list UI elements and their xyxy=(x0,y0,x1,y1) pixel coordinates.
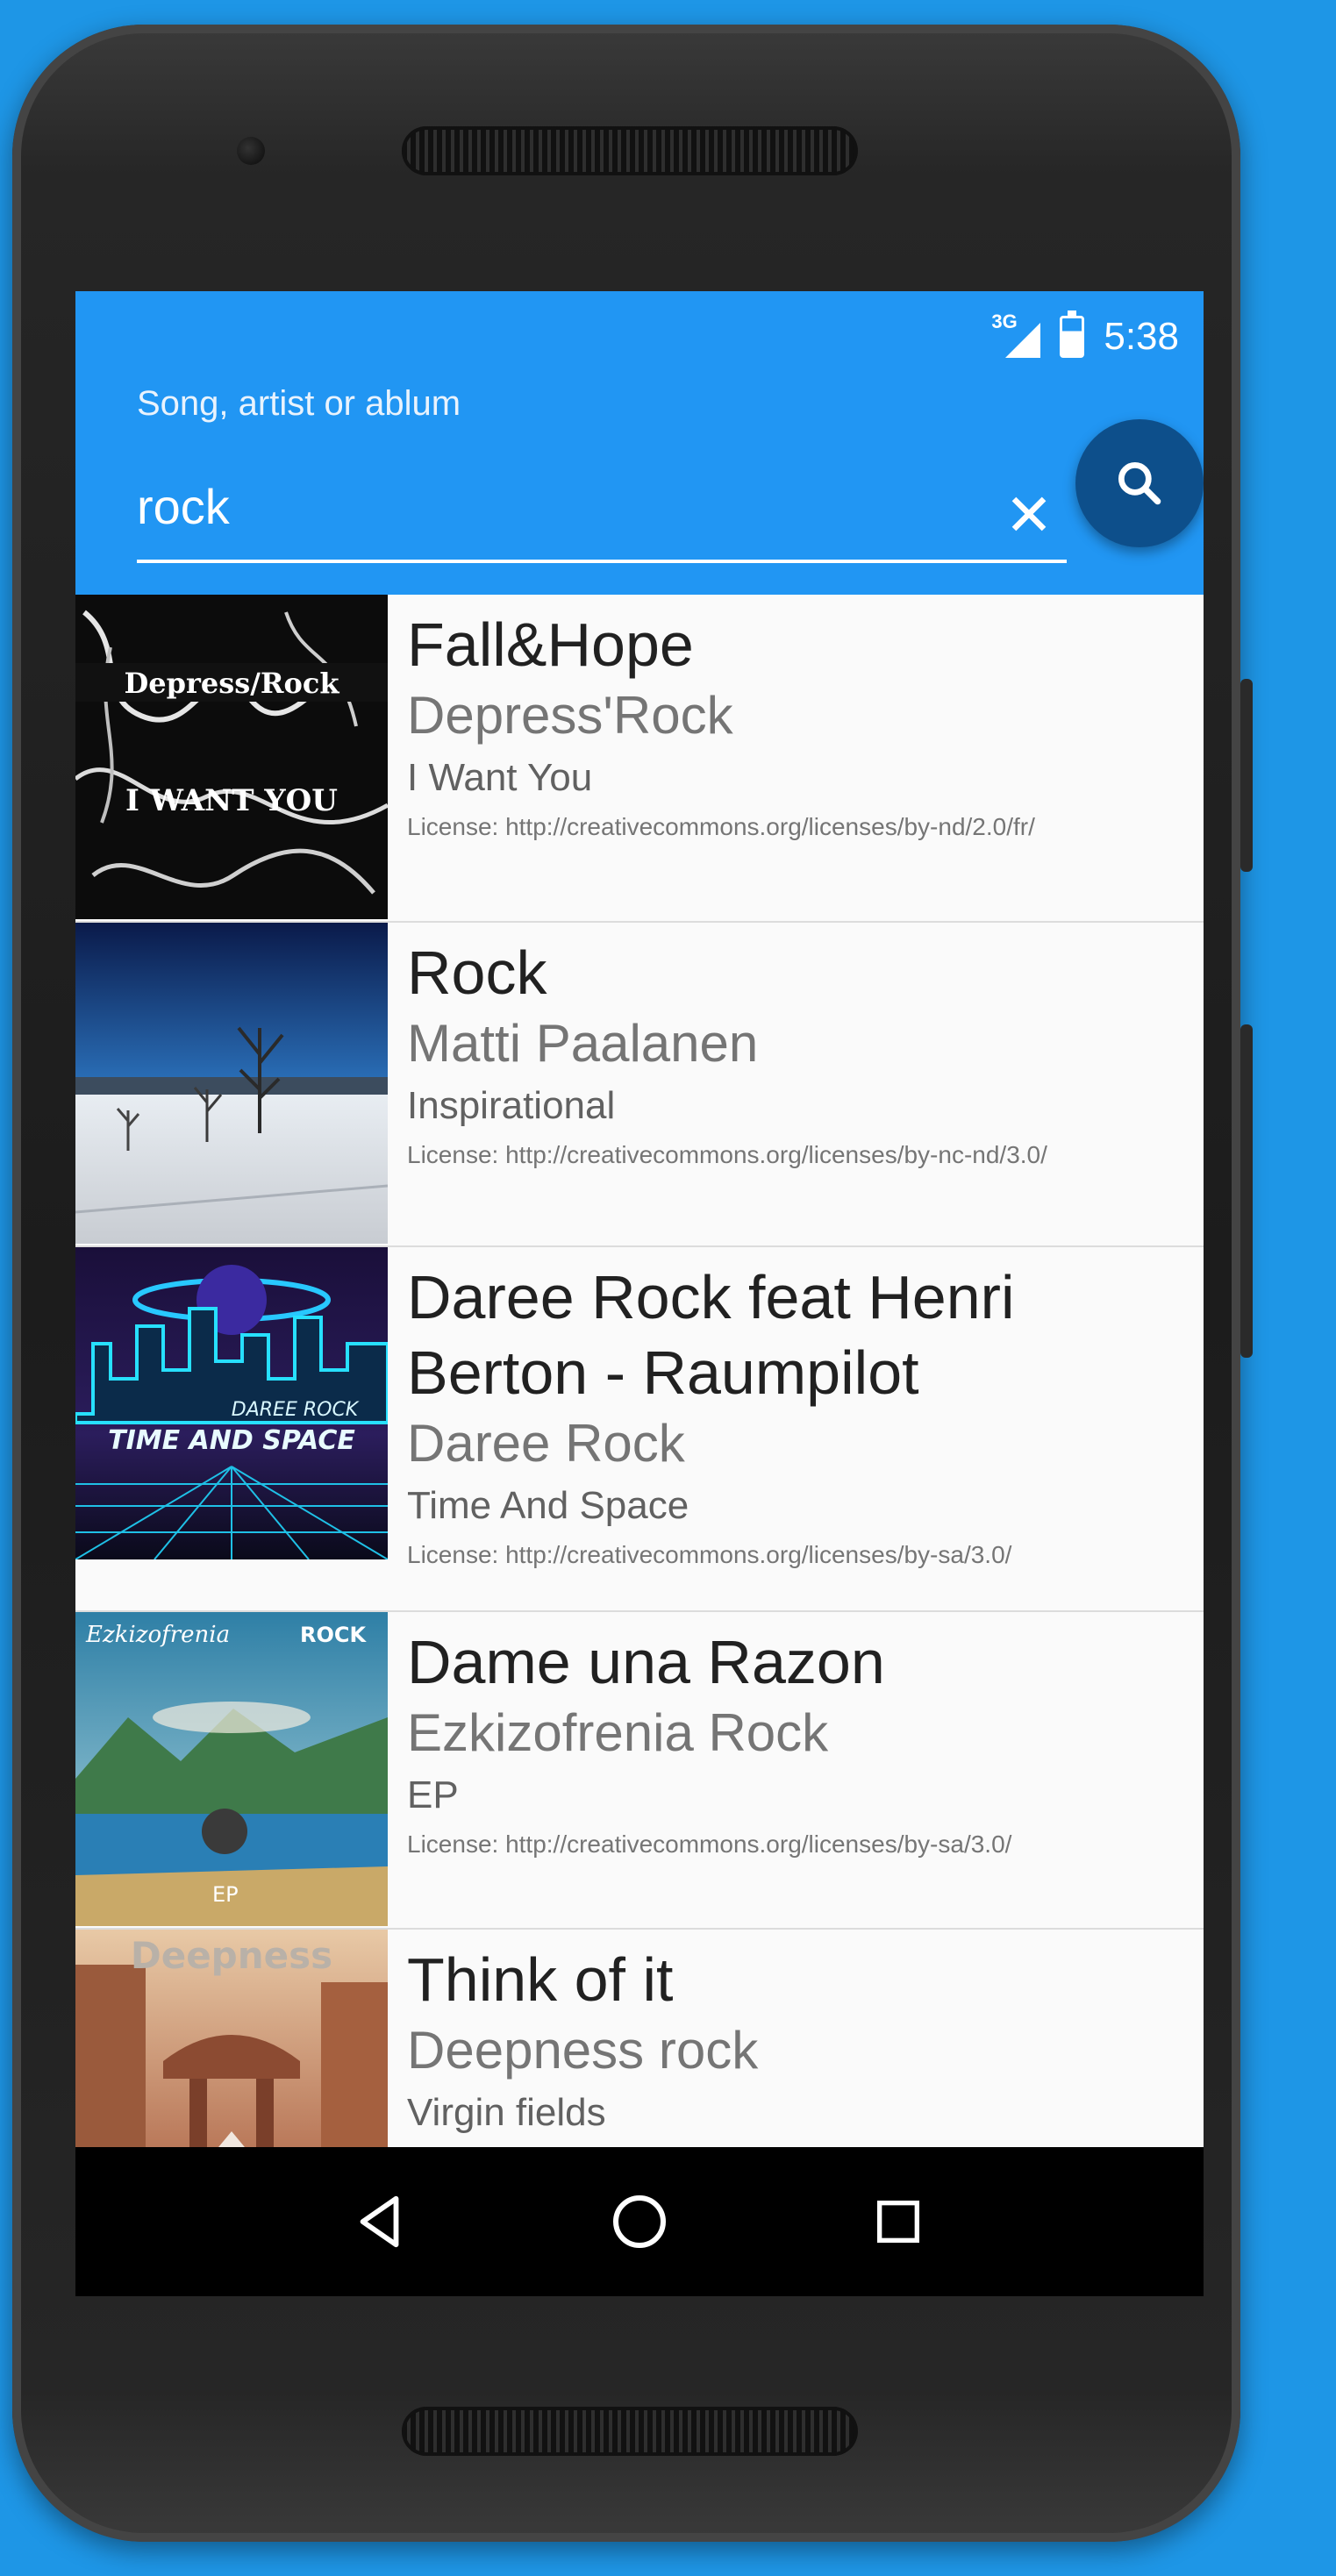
track-album: I Want You xyxy=(407,756,593,799)
track-title: Fall&Hope xyxy=(407,610,694,679)
close-icon[interactable]: ✕ xyxy=(998,484,1060,546)
cover-text: EP xyxy=(212,1882,239,1907)
track-license: License: http://creativecommons.org/lice… xyxy=(407,1141,1047,1168)
album-cover-image: Ezkizofrenia ROCK EP xyxy=(75,1612,388,1926)
track-artist: Ezkizofrenia Rock xyxy=(407,1703,829,1762)
phone-screen: 3G 5:38 Song, artist or ablum ✕ xyxy=(75,291,1204,2296)
result-info: Think of it Deepness rock Virgin fields xyxy=(407,1930,1204,2138)
cover-text: DAREE ROCK xyxy=(232,1399,360,1421)
cover-text: Deepness xyxy=(131,1934,332,1977)
cover-text: Depress/Rock xyxy=(124,667,339,700)
volume-button xyxy=(1240,1024,1253,1358)
front-camera xyxy=(237,137,265,165)
signal-icon: 3G xyxy=(988,310,1041,358)
cover-text: Ezkizofrenia xyxy=(85,1622,230,1648)
track-album: EP xyxy=(407,1773,459,1816)
earpiece-speaker xyxy=(402,126,858,175)
track-title: Daree Rock feat Henri Berton - Raumpilot xyxy=(407,1263,1015,1407)
album-cover-image: Deepness xyxy=(75,1930,388,2147)
navigation-bar xyxy=(75,2147,1204,2296)
track-title: Rock xyxy=(407,938,547,1007)
recents-square-icon xyxy=(877,2201,920,2243)
result-item[interactable]: Depress/Rock I WANT YOU Fall&Hope Depres… xyxy=(75,595,1204,923)
cover-text: ROCK xyxy=(300,1623,367,1647)
home-button[interactable] xyxy=(600,2182,679,2261)
back-button[interactable] xyxy=(341,2182,420,2261)
cover-text: TIME AND SPACE xyxy=(108,1425,355,1456)
album-cover-image: Depress/Rock I WANT YOU xyxy=(75,595,388,919)
search-input[interactable] xyxy=(137,467,1067,563)
bottom-speaker xyxy=(402,2407,858,2456)
album-cover-image: DAREE ROCK TIME AND SPACE xyxy=(75,1247,388,1559)
track-artist: Daree Rock xyxy=(407,1414,685,1473)
track-artist: Deepness rock xyxy=(407,2021,759,2080)
result-info: Fall&Hope Depress'Rock I Want You Licens… xyxy=(407,595,1204,842)
result-info: Dame una Razon Ezkizofrenia Rock EP Lice… xyxy=(407,1612,1204,1859)
result-item[interactable]: Deepness Think of it Deepness rock Virgi… xyxy=(75,1930,1204,2147)
back-triangle-icon xyxy=(360,2195,399,2248)
results-list[interactable]: Depress/Rock I WANT YOU Fall&Hope Depres… xyxy=(75,595,1204,2147)
search-app-bar: 3G 5:38 Song, artist or ablum ✕ xyxy=(75,291,1204,595)
result-item[interactable]: DAREE ROCK TIME AND SPACE Daree Rock fea… xyxy=(75,1247,1204,1612)
home-circle-icon xyxy=(612,2195,666,2248)
track-album: Virgin fields xyxy=(407,2091,606,2134)
search-button[interactable] xyxy=(1075,419,1204,547)
phone-frame: 3G 5:38 Song, artist or ablum ✕ xyxy=(12,25,1253,2542)
track-license: License: http://creativecommons.org/lice… xyxy=(407,1541,1012,1568)
result-info: Rock Matti Paalanen Inspirational Licens… xyxy=(407,923,1204,1170)
recents-button[interactable] xyxy=(859,2182,938,2261)
result-info: Daree Rock feat Henri Berton - Raumpilot… xyxy=(407,1247,1204,1570)
power-button xyxy=(1240,679,1253,872)
album-cover-image xyxy=(75,923,388,1244)
track-title: Think of it xyxy=(407,1945,674,2014)
track-title: Dame una Razon xyxy=(407,1628,885,1696)
battery-icon xyxy=(1060,310,1085,358)
track-album: Time And Space xyxy=(407,1484,689,1527)
track-album: Inspirational xyxy=(407,1084,616,1127)
status-bar: 3G 5:38 xyxy=(988,310,1179,363)
track-artist: Depress'Rock xyxy=(407,686,733,745)
cover-text: I WANT YOU xyxy=(125,783,338,818)
status-time: 5:38 xyxy=(1104,315,1179,358)
search-icon xyxy=(1118,461,1161,505)
track-license: License: http://creativecommons.org/lice… xyxy=(407,1830,1012,1858)
track-license: License: http://creativecommons.org/lice… xyxy=(407,813,1035,840)
result-item[interactable]: Ezkizofrenia ROCK EP Dame una Razon Ezki… xyxy=(75,1612,1204,1930)
search-field-label: Song, artist or ablum xyxy=(137,384,461,423)
result-item[interactable]: Rock Matti Paalanen Inspirational Licens… xyxy=(75,923,1204,1247)
track-artist: Matti Paalanen xyxy=(407,1014,759,1073)
